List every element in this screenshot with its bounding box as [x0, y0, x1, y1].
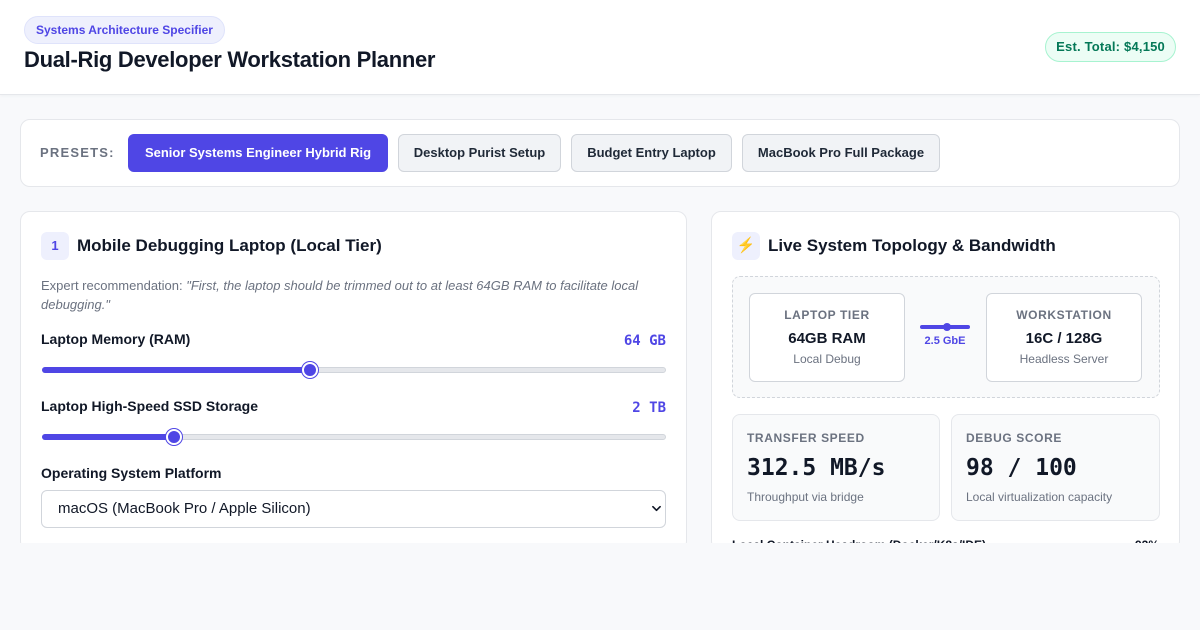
preset-budget-laptop-button[interactable]: Budget Entry Laptop	[571, 134, 732, 172]
preset-senior-hybrid-button[interactable]: Senior Systems Engineer Hybrid Rig	[128, 134, 388, 172]
debug-score-sub: Local virtualization capacity	[966, 490, 1113, 504]
transfer-speed-sub: Throughput via bridge	[747, 490, 864, 504]
preset-desktop-purist-button[interactable]: Desktop Purist Setup	[398, 134, 561, 172]
workstation-node-value: 16C / 128G	[1025, 330, 1103, 347]
topology-section-title: Live System Topology & Bandwidth	[768, 236, 1056, 255]
laptop-node-value: 64GB RAM	[788, 330, 866, 347]
expert-recommendation: Expert recommendation: "First, the lapto…	[41, 276, 661, 314]
network-link-dot	[943, 323, 951, 331]
workstation-node: WORKSTATION 16C / 128G Headless Server	[986, 293, 1142, 382]
chevron-down-icon	[652, 505, 661, 512]
laptop-section-title: Mobile Debugging Laptop (Local Tier)	[77, 236, 382, 255]
recommendation-prefix: Expert recommendation:	[41, 278, 187, 293]
laptop-node-label: LAPTOP TIER	[784, 308, 870, 322]
laptop-node: LAPTOP TIER 64GB RAM Local Debug	[749, 293, 905, 382]
app-header: Systems Architecture Specifier Dual-Rig …	[0, 0, 1200, 95]
network-link-label: 2.5 GbE	[924, 335, 966, 347]
laptop-config-panel: 1 Mobile Debugging Laptop (Local Tier) E…	[20, 211, 687, 551]
preset-macbook-pro-button[interactable]: MacBook Pro Full Package	[742, 134, 940, 172]
ssd-slider[interactable]	[42, 429, 666, 445]
ssd-slider-thumb[interactable]	[165, 429, 182, 445]
ram-slider-fill	[42, 367, 310, 373]
ram-slider[interactable]	[42, 362, 666, 378]
debug-score-label: DEBUG SCORE	[966, 431, 1062, 445]
os-label: Operating System Platform	[41, 465, 222, 481]
step-number-badge: 1	[41, 232, 69, 260]
presets-bar: PRESETS: Senior Systems Engineer Hybrid …	[20, 119, 1180, 187]
ssd-label: Laptop High-Speed SSD Storage	[41, 398, 259, 414]
os-select-value: macOS (MacBook Pro / Apple Silicon)	[58, 500, 311, 517]
section-tag: Systems Architecture Specifier	[24, 16, 225, 44]
transfer-speed-label: TRANSFER SPEED	[747, 431, 865, 445]
topology-diagram: LAPTOP TIER 64GB RAM Local Debug 2.5 GbE…	[732, 276, 1160, 398]
ssd-slider-fill	[42, 434, 173, 440]
debug-score-card: DEBUG SCORE 98 / 100 Local virtualizatio…	[951, 414, 1160, 521]
page-title: Dual-Rig Developer Workstation Planner	[24, 47, 436, 72]
transfer-speed-value: 312.5 MB/s	[747, 455, 886, 481]
transfer-speed-card: TRANSFER SPEED 312.5 MB/s Throughput via…	[732, 414, 940, 521]
total-cost-badge: Est. Total: $4,150	[1045, 32, 1176, 62]
ssd-value: 2 TB	[632, 400, 666, 416]
ram-value: 64 GB	[623, 333, 666, 349]
lightning-bolt-icon: ⚡	[732, 232, 760, 260]
workstation-node-sub: Headless Server	[1019, 352, 1109, 366]
viewport-bottom-fill	[0, 543, 1200, 630]
ram-label: Laptop Memory (RAM)	[41, 331, 191, 347]
laptop-node-sub: Local Debug	[793, 352, 861, 366]
topology-panel: ⚡ Live System Topology & Bandwidth LAPTO…	[711, 211, 1180, 551]
os-select[interactable]: macOS (MacBook Pro / Apple Silicon)	[41, 490, 666, 528]
debug-score-value: 98 / 100	[966, 455, 1077, 481]
presets-label: PRESETS:	[40, 145, 115, 160]
ram-slider-thumb[interactable]	[302, 362, 319, 378]
workstation-node-label: WORKSTATION	[1016, 308, 1112, 322]
